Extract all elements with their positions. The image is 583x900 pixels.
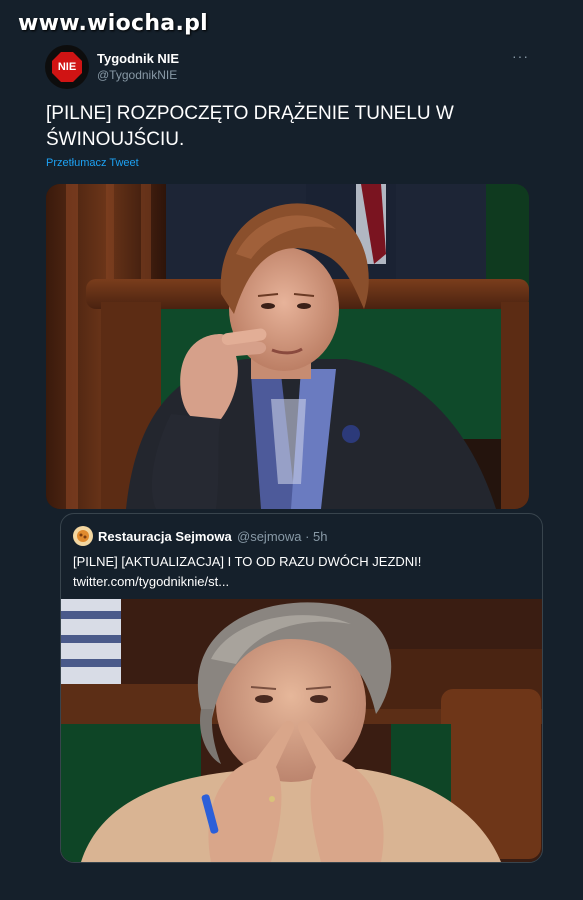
quote-author-name[interactable]: Restauracja Sejmowa [98,529,232,544]
quote-author-avatar[interactable] [73,526,93,546]
translate-tweet-link[interactable]: Przetłumacz Tweet [46,157,139,169]
site-watermark: www.wiocha.pl [18,11,208,36]
quoted-tweet-photo-image [61,599,542,862]
more-options-icon[interactable]: ··· [512,48,529,64]
author-avatar[interactable]: NIE [45,45,89,89]
author-handle[interactable]: @TygodnikNIE [97,68,177,82]
tweet-text-line: [PILNE] ROZPOCZĘTO DRĄŻENIE TUNELU W [46,103,454,124]
tweet-text-line: ŚWINOUJŚCIU. [46,129,185,150]
food-icon [77,530,89,542]
tweet-photo[interactable] [46,184,529,509]
author-name[interactable]: Tygodnik NIE [97,51,179,66]
quoted-tweet-card[interactable]: Restauracja Sejmowa @sejmowa · 5h [PILNE… [60,513,543,863]
quote-text: [PILNE] [AKTUALIZACJA] I TO OD RAZU DWÓC… [73,552,533,592]
quote-author-meta[interactable]: @sejmowa · 5h [237,529,328,544]
quote-text-line: [PILNE] [AKTUALIZACJA] I TO OD RAZU DWÓC… [73,554,422,569]
tweet-photo-image [46,184,529,509]
quote-link[interactable]: twitter.com/tygodniknie/st... [73,572,533,592]
stop-sign-icon: NIE [52,52,82,82]
quoted-tweet-photo[interactable] [61,599,542,862]
tweet-text: [PILNE] ROZPOCZĘTO DRĄŻENIE TUNELU W ŚWI… [46,101,516,153]
